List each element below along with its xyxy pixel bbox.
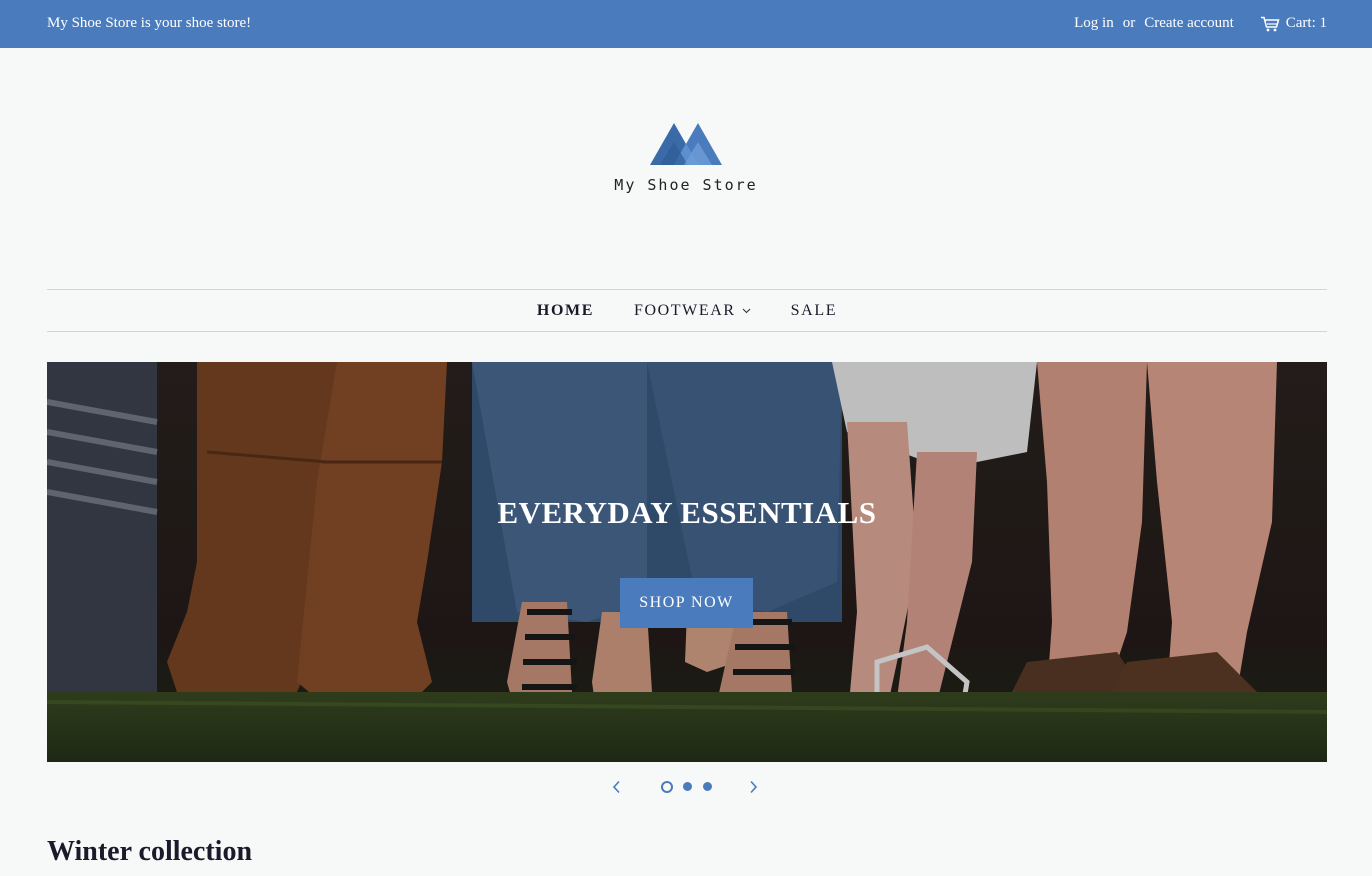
main-nav: HOME FOOTWEAR SALE xyxy=(47,289,1327,332)
shop-now-button[interactable]: SHOP NOW xyxy=(620,578,753,628)
announcement-bar: My Shoe Store is your shoe store! Log in… xyxy=(0,0,1372,48)
chevron-right-icon[interactable] xyxy=(748,780,758,794)
nav-item-sale[interactable]: SALE xyxy=(791,302,837,320)
hero-title: EVERYDAY ESSENTIALS xyxy=(497,495,877,530)
announcement-text: My Shoe Store is your shoe store! xyxy=(47,15,252,31)
slide-dot-1[interactable] xyxy=(661,781,673,793)
nav-item-home[interactable]: HOME xyxy=(537,302,594,320)
slide-dot-2[interactable] xyxy=(683,782,692,791)
create-account-link[interactable]: Create account xyxy=(1144,15,1234,32)
section-title: Winter collection xyxy=(47,836,253,867)
chevron-down-icon xyxy=(742,308,751,313)
slide-dot-3[interactable] xyxy=(703,782,712,791)
login-link[interactable]: Log in xyxy=(1074,15,1114,32)
store-logo[interactable]: My Shoe Store xyxy=(0,118,1372,194)
chevron-left-icon[interactable] xyxy=(612,780,622,794)
logo-text: My Shoe Store xyxy=(614,176,758,194)
account-links: Log in or Create account Cart: 1 xyxy=(1074,15,1327,32)
cart-link[interactable]: Cart: 1 xyxy=(1260,15,1327,32)
nav-item-footwear[interactable]: FOOTWEAR xyxy=(634,302,751,320)
nav-item-label: HOME xyxy=(536,301,594,319)
nav-item-label: SALE xyxy=(790,301,838,319)
or-text: or xyxy=(1122,15,1136,31)
hero-slideshow: EVERYDAY ESSENTIALS SHOP NOW xyxy=(47,362,1327,762)
slideshow-controls xyxy=(0,778,1372,798)
nav-item-label: FOOTWEAR xyxy=(633,301,736,319)
hero-overlay xyxy=(47,362,1327,762)
cart-icon xyxy=(1260,16,1280,31)
cart-count: Cart: 1 xyxy=(1285,15,1327,31)
mountain-logo-icon xyxy=(650,123,722,165)
